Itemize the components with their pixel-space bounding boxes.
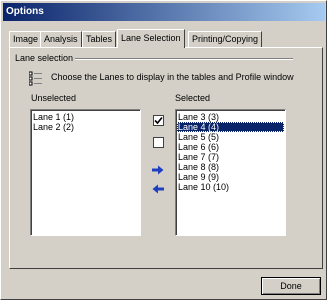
tab-lane-selection[interactable]: Lane Selection [117,29,185,48]
instruction-text: Choose the Lanes to display in the table… [51,72,294,82]
uncheck-all-icon[interactable] [151,135,165,149]
group-title: Lane selection [15,53,74,63]
list-item[interactable]: Lane 2 (2) [32,122,139,132]
unselected-label: Unselected [31,93,77,103]
list-item[interactable]: Lane 9 (9) [177,172,284,182]
tab-printing-copying[interactable]: Printing/Copying [188,31,263,47]
unselected-listbox[interactable]: Lane 1 (1) Lane 2 (2) [30,109,141,236]
list-item[interactable]: Lane 8 (8) [177,162,284,172]
options-window: Options Image Analysis Tables Lane Selec… [0,0,327,300]
list-item[interactable]: Lane 3 (3) [177,112,284,122]
done-button[interactable]: Done [261,277,321,295]
tab-analysis[interactable]: Analysis [40,31,82,47]
list-item[interactable]: Lane 1 (1) [32,112,139,122]
list-item[interactable]: Lane 6 (6) [177,142,284,152]
list-item[interactable]: Lane 5 (5) [177,132,284,142]
selected-label: Selected [175,93,211,103]
move-right-arrow-icon[interactable] [151,163,165,177]
window-title: Options [3,3,325,21]
selected-listbox[interactable]: Lane 3 (3) Lane 4 (4) Lane 5 (5) Lane 6 … [175,109,286,236]
list-item[interactable]: Lane 10 (10) [177,182,284,192]
list-item-highlighted[interactable]: Lane 4 (4) [177,122,284,132]
check-all-icon[interactable] [151,113,165,127]
move-left-arrow-icon[interactable] [151,182,165,196]
tab-image[interactable]: Image [9,31,43,47]
list-item[interactable]: Lane 7 (7) [177,152,284,162]
list-icon [28,71,43,87]
group-divider [75,58,293,60]
tab-tables[interactable]: Tables [82,31,117,47]
